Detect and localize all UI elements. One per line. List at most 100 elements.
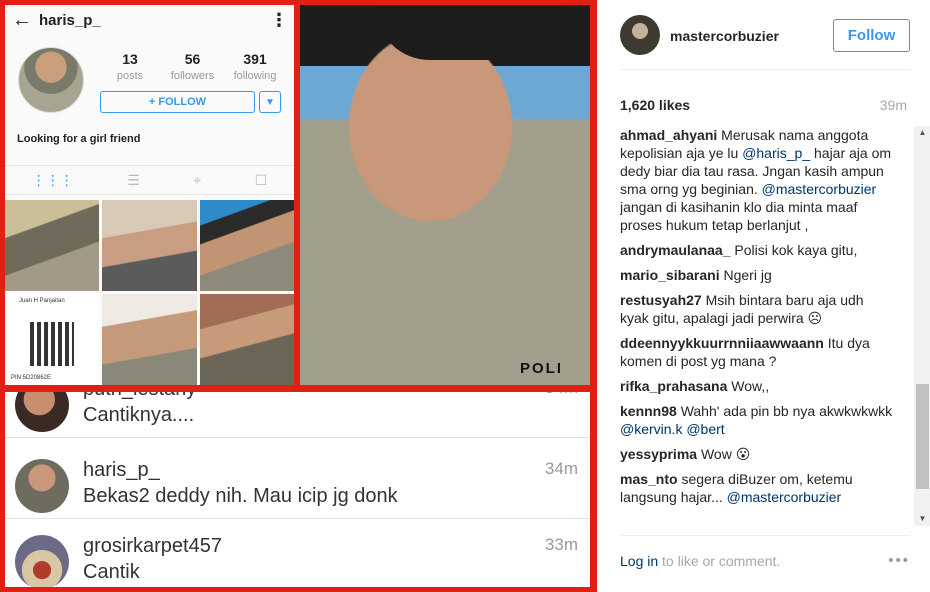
- mention-link[interactable]: @haris_p_: [742, 145, 810, 161]
- mention-link[interactable]: @kervin.k: [620, 421, 682, 437]
- post-image[interactable]: ← haris_p_ ⋮ 13 posts 56 followers 391 f…: [0, 0, 597, 592]
- scrollbar-thumb[interactable]: [916, 384, 929, 489]
- scroll-down-arrow-icon[interactable]: ▼: [914, 512, 930, 526]
- stat-following: 391 following: [225, 51, 285, 82]
- comment-item: mas_nto segera diBuzer om, ketemu langsu…: [620, 470, 893, 506]
- likes-count[interactable]: 1,620 likes: [620, 97, 690, 113]
- qr-contact-name: Juan H Panjaitan: [19, 298, 65, 304]
- instagram-post-page: ← haris_p_ ⋮ 13 posts 56 followers 391 f…: [0, 0, 930, 592]
- comment-item: mario_sibarani Ngeri jg: [620, 266, 893, 284]
- screenshot-comment-time: 34m: [544, 459, 578, 478]
- post-sidebar: mastercorbuzier Follow 1,620 likes 39m a…: [597, 0, 930, 592]
- selfie-photo: POLI: [300, 5, 590, 385]
- stat-followers-count: 56: [184, 51, 201, 67]
- chevron-down-icon: ▼: [259, 91, 281, 113]
- comment-text: Ngeri jg: [723, 267, 772, 283]
- comment-username[interactable]: rifka_prahasana: [620, 378, 727, 394]
- comment-text: Wow,,: [731, 378, 770, 394]
- screenshot-comment-row: haris_p_ 34m Bekas2 deddy nih. Mau icip …: [5, 453, 590, 519]
- stat-following-count: 391: [243, 51, 267, 67]
- comment-username[interactable]: mas_nto: [620, 471, 678, 487]
- screenshot-comment-username: grosirkarpet457: [83, 535, 222, 557]
- screenshot-comment-time: 34m: [545, 392, 578, 398]
- comment-username[interactable]: kennn98: [620, 403, 677, 419]
- stat-posts: 13 posts: [100, 51, 160, 82]
- avatar: [15, 535, 69, 587]
- stat-followers-label: followers: [170, 70, 215, 82]
- grid-icon: ⋮⋮⋮: [31, 171, 74, 188]
- comment-item: andrymaulanaa_ Polisi kok kaya gitu,: [620, 241, 893, 259]
- comment-item: ahmad_ahyani Merusak nama anggota kepoli…: [620, 126, 893, 234]
- location-pin-icon: ⌖: [193, 171, 202, 188]
- avatar: [15, 459, 69, 513]
- post-header: mastercorbuzier Follow: [620, 0, 910, 70]
- profile-topbar: ← haris_p_ ⋮: [5, 5, 294, 35]
- screenshot-comment-row: putri_lestariy 34m Cantiknya....: [5, 392, 590, 438]
- grid-photo: [102, 294, 197, 385]
- screenshot-comment-text: Cantiknya....: [83, 404, 195, 426]
- comment-username[interactable]: yessyprima: [620, 446, 697, 462]
- grid-photo: [5, 200, 100, 291]
- comment-username[interactable]: andrymaulanaa_: [620, 242, 731, 258]
- comments-scrollbar[interactable]: ▲ ▼: [914, 126, 930, 526]
- profile-screenshot: ← haris_p_ ⋮ 13 posts 56 followers 391 f…: [5, 5, 294, 385]
- profile-follow-button: + FOLLOW: [100, 91, 255, 113]
- screenshot-comment-row: grosirkarpet457 33m Cantik: [5, 529, 590, 587]
- grid-photo-qr: Juan H Panjaitan PIN 5D20862E: [5, 294, 100, 385]
- login-prompt: Log in to like or comment.: [620, 553, 780, 569]
- comment-username[interactable]: ahmad_ahyani: [620, 127, 717, 143]
- avatar[interactable]: [620, 15, 660, 55]
- comment-username[interactable]: ddeennyykkuurrnniiaawwaann: [620, 335, 824, 351]
- comment-username[interactable]: restusyah27: [620, 292, 702, 308]
- screenshot-comment-time: 33m: [544, 535, 578, 554]
- grid-photo: [102, 200, 197, 291]
- stat-following-label: following: [233, 70, 277, 82]
- comment-item: yessyprima Wow 😮: [620, 445, 893, 463]
- qr-code-icon: [30, 322, 74, 366]
- comment-item: restusyah27 Msih bintara baru aja udh ky…: [620, 291, 893, 327]
- post-time[interactable]: 39m: [880, 97, 907, 113]
- post-author-username[interactable]: mastercorbuzier: [670, 28, 779, 44]
- mention-link[interactable]: @bert: [686, 421, 724, 437]
- tagged-person-icon: ☐: [254, 171, 268, 188]
- screenshot-comment-username: haris_p_: [83, 459, 160, 481]
- follow-button[interactable]: Follow: [833, 19, 910, 52]
- profile-tabs: ⋮⋮⋮ ☰ ⌖ ☐: [5, 165, 294, 195]
- comment-username[interactable]: mario_sibarani: [620, 267, 720, 283]
- comment-item: kennn98 Wahh' ada pin bb nya akwkwkwkk @…: [620, 402, 893, 438]
- grid-photo: [199, 294, 294, 385]
- comment-text: Wow 😮: [700, 446, 751, 462]
- comment-text: Polisi kok kaya gitu,: [734, 242, 858, 258]
- scroll-up-arrow-icon[interactable]: ▲: [914, 126, 930, 140]
- stat-posts-count: 13: [122, 51, 138, 67]
- login-link[interactable]: Log in: [620, 553, 658, 569]
- comments-list[interactable]: ahmad_ahyani Merusak nama anggota kepoli…: [620, 126, 893, 526]
- more-vertical-icon: ⋮: [270, 9, 288, 30]
- screenshot-comment-text: Cantik: [83, 561, 140, 583]
- profile-stats: 13 posts 56 followers 391 following: [100, 51, 285, 82]
- mention-link[interactable]: @mastercorbuzier: [727, 489, 842, 505]
- stat-posts-label: posts: [116, 70, 144, 82]
- profile-username: haris_p_: [39, 11, 101, 29]
- profile-bio: Looking for a girl friend: [17, 133, 141, 145]
- screenshot-comment-text: Bekas2 deddy nih. Mau icip jg donk: [83, 485, 398, 507]
- comment-text: Wahh' ada pin bb nya akwkwkwkk: [680, 403, 893, 419]
- comment-item: ddeennyykkuurrnniiaawwaann Itu dya komen…: [620, 334, 893, 370]
- mention-link[interactable]: @mastercorbuzier: [762, 181, 877, 197]
- list-icon: ☰: [127, 171, 140, 188]
- comments-screenshot: putri_lestariy 34m Cantiknya.... haris_p…: [5, 392, 590, 587]
- grid-photo: [199, 200, 294, 291]
- avatar: [15, 392, 69, 432]
- screenshot-comment-username: putri_lestariy: [83, 392, 196, 401]
- login-prompt-text: to like or comment.: [658, 553, 781, 569]
- back-arrow-icon: ←: [12, 8, 32, 31]
- qr-pin: PIN 5D20862E: [11, 375, 52, 381]
- comment-text: jangan di kasihanin klo dia minta maaf p…: [620, 199, 858, 233]
- uniform-text: POLI: [520, 360, 564, 377]
- stat-followers: 56 followers: [163, 51, 223, 82]
- post-footer: Log in to like or comment. •••: [620, 535, 910, 592]
- more-options-button[interactable]: •••: [888, 552, 910, 569]
- profile-photo-grid: Juan H Panjaitan PIN 5D20862E: [5, 200, 294, 385]
- profile-avatar: [18, 47, 84, 113]
- comment-item: rifka_prahasana Wow,,: [620, 377, 893, 395]
